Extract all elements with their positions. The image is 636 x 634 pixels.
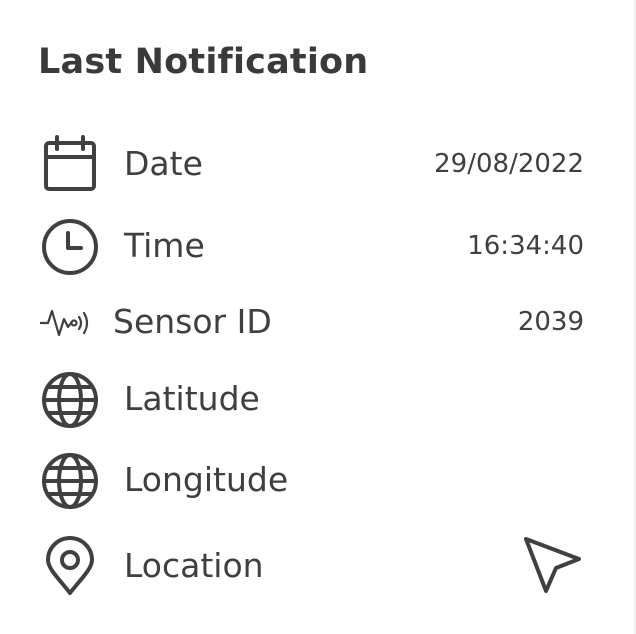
sensor-id-value: 2039 xyxy=(517,307,584,337)
time-value: 16:34:40 xyxy=(467,231,584,261)
longitude-label: Longitude xyxy=(124,460,289,499)
clock-icon xyxy=(40,216,100,276)
calendar-icon xyxy=(40,134,100,194)
info-row-sensor-id: Sensor ID 2039 xyxy=(0,292,636,352)
globe-icon xyxy=(40,369,100,429)
info-row-latitude: Latitude xyxy=(0,369,636,429)
time-label: Time xyxy=(124,226,205,265)
sensor-signal-icon xyxy=(40,292,100,352)
date-value: 29/08/2022 xyxy=(434,149,584,179)
info-row-time: Time 16:34:40 xyxy=(0,216,636,276)
navigation-arrow-icon[interactable] xyxy=(524,536,584,596)
info-row-date: Date 29/08/2022 xyxy=(0,134,636,194)
sensor-id-label: Sensor ID xyxy=(113,302,272,341)
location-label: Location xyxy=(124,546,264,585)
map-pin-icon xyxy=(40,536,100,596)
info-row-longitude: Longitude xyxy=(0,450,636,510)
panel-title: Last Notification xyxy=(38,42,369,82)
date-label: Date xyxy=(124,144,203,183)
latitude-label: Latitude xyxy=(124,379,260,418)
info-row-location: Location xyxy=(0,536,636,596)
globe-icon xyxy=(40,450,100,510)
